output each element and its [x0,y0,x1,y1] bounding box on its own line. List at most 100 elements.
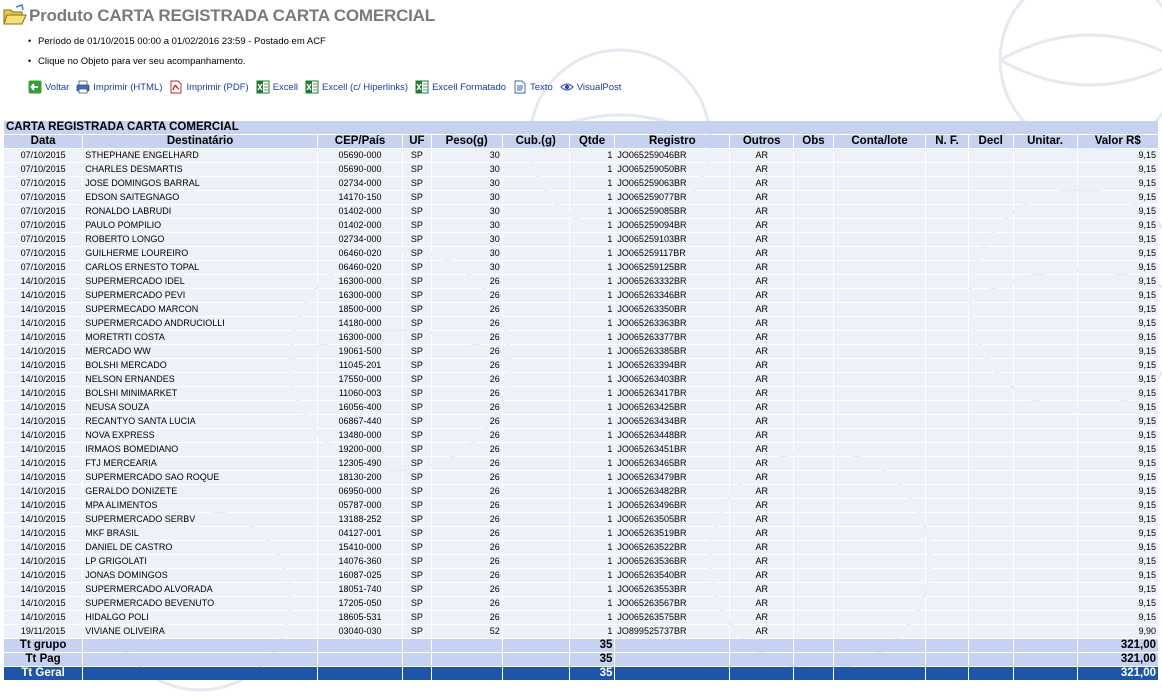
registro-link[interactable]: JO065263434BR [615,415,730,428]
cell-outros: AR [730,485,794,498]
cell-qtde: 1 [569,303,615,316]
registro-link[interactable]: JO065259103BR [615,233,730,246]
registro-link[interactable]: JO065263350BR [615,303,730,316]
table-row: 14/10/2015 SUPERMERCADO ANDRUCIOLLI 14180-… [4,317,1158,330]
imprimir-html-button[interactable]: Imprimir (HTML) [76,80,162,94]
registro-link[interactable]: JO065259125BR [615,261,730,274]
cell-cub [502,625,569,638]
excell-button[interactable]: Excell [256,80,298,94]
registro-link[interactable]: JO065263479BR [615,471,730,484]
texto-button[interactable]: Texto [513,80,553,94]
cell-destinatario: MORETRTI COSTA [83,331,317,344]
cell-decl [968,149,1013,162]
cell-unitar [1013,177,1077,190]
column-header: Data [4,135,83,148]
registro-link[interactable]: JO065259046BR [615,149,730,162]
registro-link[interactable]: JO065263394BR [615,359,730,372]
cell-qtde: 1 [569,569,615,582]
registro-link[interactable]: JO065263417BR [615,387,730,400]
excell-label: Excell [272,81,299,93]
cell-data: 14/10/2015 [4,541,83,554]
cell-data: 14/10/2015 [4,527,83,540]
cell-cep: 18051-740 [317,583,403,596]
registro-link[interactable]: JO065259077BR [615,191,730,204]
cell-cub [502,233,569,246]
registro-link[interactable]: JO065259050BR [615,163,730,176]
registro-link[interactable]: JO065263496BR [615,499,730,512]
excell-hiperlinks-button[interactable]: Excell (c/ Hiperlinks) [305,80,408,94]
registro-link[interactable]: JO065263377BR [615,331,730,344]
cell-cub [502,499,569,512]
cell-cub [502,555,569,568]
registro-link[interactable]: JO065263346BR [615,289,730,302]
registro-link[interactable]: JO065263465BR [615,457,730,470]
registro-link[interactable]: JO065263448BR [615,429,730,442]
registro-link[interactable]: JO065263332BR [615,275,730,288]
cell-qtde: 1 [569,443,615,456]
registro-link[interactable]: JO065263385BR [615,345,730,358]
table-row: 14/10/2015 NELSON ERNANDES 17550-000 SP 26 1 J… [4,373,1158,386]
cell-valor: 9,15 [1077,191,1158,204]
registro-link[interactable]: JO065263482BR [615,485,730,498]
cell-nf [926,149,968,162]
cell-data: 14/10/2015 [4,429,83,442]
cell-destinatario: BOLSHI MINIMARKET [83,387,317,400]
registro-link[interactable]: JO065263536BR [615,555,730,568]
registro-link[interactable]: JO065259094BR [615,219,730,232]
cell-outros: AR [730,387,794,400]
voltar-button[interactable]: Voltar [28,80,69,94]
registro-link[interactable]: JO065263451BR [615,443,730,456]
imprimir-pdf-button[interactable]: Imprimir (PDF) [169,80,249,94]
registro-link[interactable]: JO065263567BR [615,597,730,610]
cell-conta-lote [833,359,926,372]
cell-data: 07/10/2015 [4,205,83,218]
registro-link[interactable]: JO065263425BR [615,401,730,414]
registro-link[interactable]: JO065263363BR [615,317,730,330]
cell-outros: AR [730,429,794,442]
cell-valor: 9,15 [1077,583,1158,596]
cell-obs [794,401,833,414]
cell-valor: 9,15 [1077,457,1158,470]
registro-link[interactable]: JO065259117BR [615,247,730,260]
cell-outros: AR [730,625,794,638]
registro-link[interactable]: JO065263505BR [615,513,730,526]
cell-conta-lote [833,583,926,596]
cell-obs [794,611,833,624]
cell-decl [968,387,1013,400]
cell-valor: 9,15 [1077,205,1158,218]
registro-link[interactable]: JO065263540BR [615,569,730,582]
registro-link[interactable]: JO065263403BR [615,373,730,386]
registro-link[interactable]: JO899525737BR [615,625,730,638]
registro-link[interactable]: JO065263553BR [615,583,730,596]
cell-decl [968,177,1013,190]
cell-uf: SP [403,597,431,610]
cell-destinatario: NOVA EXPRESS [83,429,317,442]
registro-link[interactable]: JO065263575BR [615,611,730,624]
cell-nf [926,401,968,414]
total-valor: 321,00 [1077,653,1158,666]
cell-cub [502,527,569,540]
cell-unitar [1013,359,1077,372]
visualpost-button[interactable]: VisualPost [559,80,621,94]
cell-uf: SP [403,261,431,274]
cell-decl [968,163,1013,176]
excell-formatado-button[interactable]: Excell Formatado [415,80,506,94]
cell-cub [502,275,569,288]
registro-link[interactable]: JO065259063BR [615,177,730,190]
cell-conta-lote [833,303,926,316]
registro-link[interactable]: JO065263519BR [615,527,730,540]
cell-destinatario: SUPERMERCADO SAO ROQUE [83,471,317,484]
cell-outros: AR [730,611,794,624]
table-row: 14/10/2015 NEUSA SOUZA 16056-400 SP 26 1 JO065… [4,401,1158,414]
cell-conta-lote [833,443,926,456]
cell-qtde: 1 [569,275,615,288]
cell-obs [794,205,833,218]
registro-link[interactable]: JO065259085BR [615,205,730,218]
table-row: 14/10/2015 NOVA EXPRESS 13480-000 SP 26 1 JO06… [4,429,1158,442]
table-row: 07/10/2015 ROBERTO LONGO 02734-000 SP 30 1 JO0… [4,233,1158,246]
cell-obs [794,415,833,428]
cell-peso: 26 [431,597,502,610]
cell-nf [926,289,968,302]
column-header: Obs [794,135,833,148]
registro-link[interactable]: JO065263522BR [615,541,730,554]
